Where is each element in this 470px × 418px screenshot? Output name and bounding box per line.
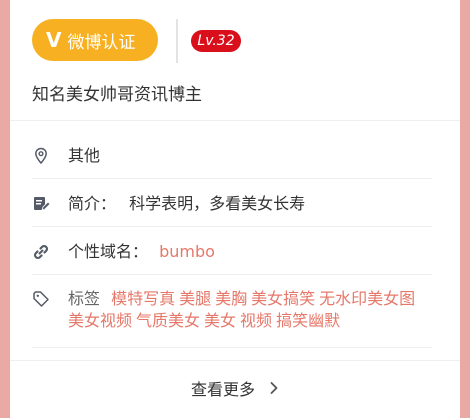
tag-link[interactable]: 无水印美女图 xyxy=(319,289,415,308)
tags-list: 标签 模特写真 美腿 美胸 美女搞笑 无水印美女图美女视频 气质美女 美女 视频 搞笑幽默 xyxy=(68,288,424,332)
row-divider xyxy=(32,274,432,275)
tag-link[interactable]: 美腿 xyxy=(179,289,211,308)
edit-icon xyxy=(34,197,50,211)
domain-label: 个性域名： xyxy=(68,242,149,261)
tag-link[interactable]: 美女搞笑 xyxy=(251,289,315,308)
row-divider xyxy=(32,178,432,179)
tag-link[interactable]: 视频 xyxy=(240,311,272,330)
tag-link[interactable]: 模特写真 xyxy=(111,289,175,308)
tags-label: 标签 xyxy=(68,289,101,308)
location-row: 其他 xyxy=(32,145,432,169)
domain-link[interactable]: bumbo xyxy=(159,242,215,261)
intro-value: 科学表明，多看美女长寿 xyxy=(129,194,306,213)
intro-row: 简介： 科学表明，多看美女长寿 xyxy=(32,193,432,217)
verification-button[interactable]: V 微博认证 xyxy=(32,19,158,61)
bio-text: 知名美女帅哥资讯博主 xyxy=(32,85,202,105)
domain-row: 个性域名： bumbo xyxy=(32,241,432,265)
verified-v-icon: V xyxy=(46,28,62,52)
tags-row: 标签 模特写真 美腿 美胸 美女搞笑 无水印美女图美女视频 气质美女 美女 视频 搞笑幽默 xyxy=(32,288,432,340)
link-icon xyxy=(33,244,49,260)
location-value: 其他 xyxy=(68,146,101,165)
profile-info-card: V 微博认证 Lv.32 知名美女帅哥资讯博主 其他 简介： 科学表明，多看美女… xyxy=(10,0,460,418)
row-divider xyxy=(32,226,432,227)
section-divider xyxy=(10,360,460,361)
chevron-right-icon xyxy=(270,382,278,394)
tag-link[interactable]: 美女 xyxy=(204,311,236,330)
profile-header: V 微博认证 Lv.32 知名美女帅哥资讯博主 xyxy=(10,0,460,120)
tag-link[interactable]: 美女视频 xyxy=(68,311,132,330)
section-divider xyxy=(10,120,460,121)
tag-link[interactable]: 美胸 xyxy=(215,289,247,308)
view-more-label: 查看更多 xyxy=(190,380,255,399)
tag-link[interactable]: 搞笑幽默 xyxy=(276,311,340,330)
row-divider xyxy=(32,347,432,348)
header-divider xyxy=(176,19,178,63)
intro-label: 简介： xyxy=(68,194,117,213)
verification-label: 微博认证 xyxy=(67,32,136,53)
location-pin-icon xyxy=(35,147,47,165)
level-badge[interactable]: Lv.32 xyxy=(191,30,241,52)
tag-link[interactable]: 气质美女 xyxy=(136,311,200,330)
tag-icon xyxy=(33,291,49,307)
view-more-button[interactable]: 查看更多 xyxy=(10,363,460,413)
